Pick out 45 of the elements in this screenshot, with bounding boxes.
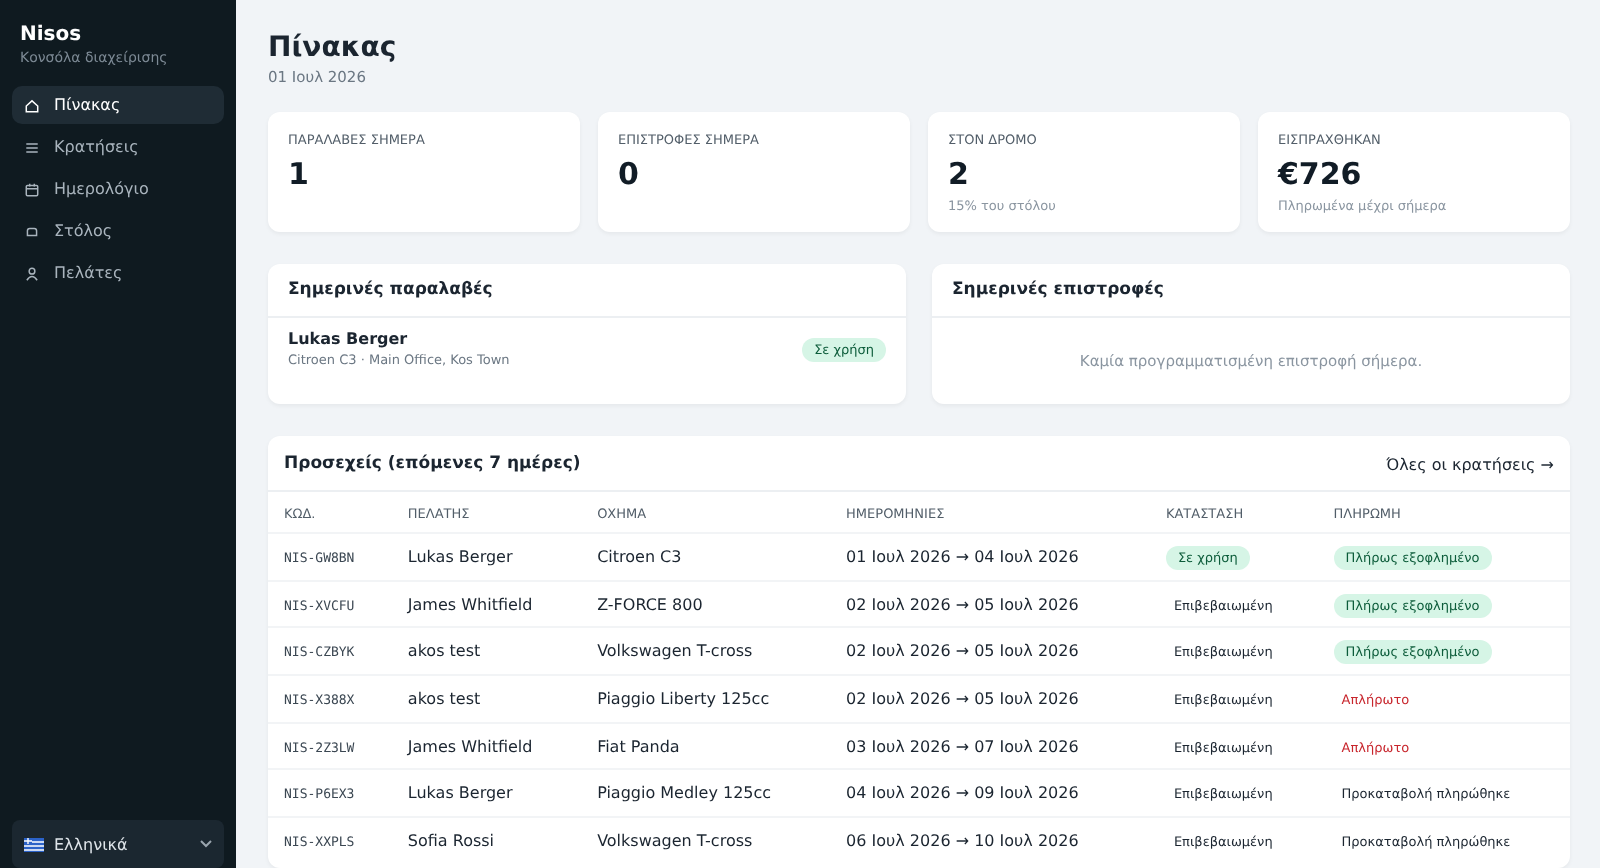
list-icon xyxy=(24,139,40,155)
nav-item[interactable]: Πελάτες xyxy=(12,254,224,292)
date-range: 02 Ιουλ 2026 → 05 Ιουλ 2026 xyxy=(846,642,1079,661)
vehicle-name: Piaggio Liberty 125cc xyxy=(597,689,770,708)
panel-title: Σημερινές παραλαβές xyxy=(268,264,906,318)
date-range: 03 Ιουλ 2026 → 07 Ιουλ 2026 xyxy=(846,737,1079,756)
nav-item[interactable]: Πίνακας xyxy=(12,86,224,124)
calendar-icon xyxy=(24,181,40,197)
date-range: 04 Ιουλ 2026 → 09 Ιουλ 2026 xyxy=(846,784,1079,803)
caret-icon xyxy=(200,840,212,848)
vehicle-name: Volkswagen T-cross xyxy=(597,642,753,661)
vehicle-name: Piaggio Medley 125cc xyxy=(597,784,772,803)
user-icon xyxy=(24,265,40,281)
page-title: Πίνακας xyxy=(268,32,399,64)
date-range: 06 Ιουλ 2026 → 10 Ιουλ 2026 xyxy=(846,831,1079,850)
language-select[interactable]: Ελληνικά xyxy=(12,820,224,868)
car-icon xyxy=(24,223,40,239)
customer-name: akos test xyxy=(407,642,481,661)
panel-title: Προσεχείς (επόμενες 7 ημέρες) xyxy=(284,454,581,474)
customer-name: Lukas Berger xyxy=(407,784,513,803)
date-range: 01 Ιουλ 2026 → 04 Ιουλ 2026 xyxy=(846,547,1079,566)
vehicle-name: Fiat Panda xyxy=(597,737,680,756)
vehicle-name: Volkswagen T-cross xyxy=(597,831,753,850)
customer-name: akos test xyxy=(407,689,481,708)
date-range: 02 Ιουλ 2026 → 05 Ιουλ 2026 xyxy=(846,689,1079,708)
home-icon xyxy=(24,97,40,113)
vehicle-name: Z-FORCE 800 xyxy=(597,595,703,614)
flag-icon xyxy=(24,837,44,851)
panel-title: Σημερινές επιστροφές xyxy=(932,264,1570,318)
vehicle-name: Citroen C3 xyxy=(597,547,682,566)
customer-name: James Whitfield xyxy=(407,595,533,614)
stat-value: €726 xyxy=(1278,156,1364,192)
nav-item[interactable]: Στόλος xyxy=(12,212,224,250)
customer-name: Lukas Berger xyxy=(407,547,513,566)
date-range: 02 Ιουλ 2026 → 05 Ιουλ 2026 xyxy=(846,595,1079,614)
stat-value: 2 xyxy=(948,156,971,192)
customer-name: Lukas Berger xyxy=(288,330,410,348)
stat-value: 0 xyxy=(618,156,641,192)
stat-value: 1 xyxy=(288,156,311,192)
nav-item[interactable]: Κρατήσεις xyxy=(12,128,224,166)
customer-name: James Whitfield xyxy=(407,737,533,756)
all-bookings-link[interactable]: Όλες οι κρατήσεις → xyxy=(1386,455,1554,473)
nav-item[interactable]: Ημερολόγιο xyxy=(12,170,224,208)
customer-name: Sofia Rossi xyxy=(407,831,495,850)
brand-name: Nisos xyxy=(20,24,84,46)
